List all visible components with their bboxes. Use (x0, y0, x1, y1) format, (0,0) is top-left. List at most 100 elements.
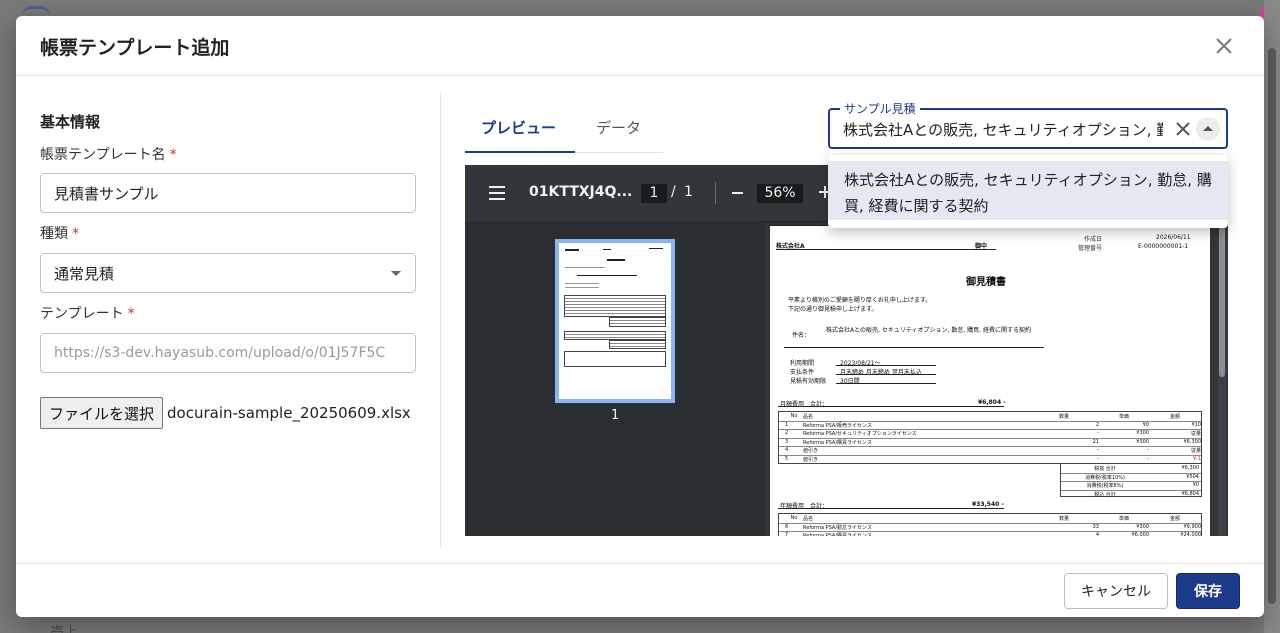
pdf-thumbnail-sidebar: 1 (465, 221, 765, 536)
table-cell: - (1097, 430, 1099, 436)
table-cell: ¥6,000 (1131, 532, 1150, 536)
table-cell: - (1097, 455, 1099, 462)
sample-select-value[interactable]: 株式会社Aとの販売, セキュリティオプション, 勤怠, 購買, 経費に関する契約 (843, 119, 1163, 140)
table-cell: 4 (1095, 532, 1099, 536)
table-cell: ¥-1 (1192, 455, 1201, 462)
table-cell: 4 (785, 447, 789, 453)
table-cell: 7 (785, 532, 789, 536)
page-scrollbar-thumb[interactable] (1268, 48, 1276, 604)
background-nav-text: 売上 (50, 625, 78, 633)
sample-select-label: サンプル見積 (840, 100, 920, 117)
table-cell: 従量 (1190, 431, 1201, 437)
summary-row-line (1061, 481, 1201, 482)
summary-row-line (1061, 472, 1201, 474)
summary-value: ¥504 (1186, 473, 1199, 480)
tab-data[interactable]: データ (596, 117, 641, 138)
table-header-cell: 金額 (1169, 414, 1180, 420)
doc-summary-table: 税抜 合計 ¥6,300 消費税(税率10%) ¥504 消費税(税率8%) ¥0 税込 合… (1060, 463, 1202, 498)
table-cell: 従量 (1190, 448, 1201, 454)
table-row-line (779, 420, 1201, 422)
page-scrollbar[interactable] (1264, 0, 1280, 633)
page-number-input[interactable]: 1 (641, 184, 667, 203)
pdf-doc-name: 01KTTXJ4Q... (529, 184, 633, 200)
thumbnail-page (559, 243, 671, 399)
table-cell: Reforma PSA/販売ライセンス (803, 422, 872, 429)
pdf-scrollbar[interactable] (1218, 225, 1226, 536)
zoom-level-input[interactable]: 56% (757, 184, 803, 203)
table-header-cell: 品名 (803, 516, 814, 522)
table-cell: 2 (785, 430, 789, 436)
tab-preview[interactable]: プレビュー (481, 117, 556, 138)
doc-greeting-1: 平素より格別のご愛顧を賜り厚くお礼申し上げます。 (788, 297, 932, 304)
pdf-scrollbar-thumb[interactable] (1219, 227, 1225, 377)
clear-icon[interactable] (1174, 120, 1192, 138)
table-cell: - (1147, 455, 1149, 462)
close-icon[interactable] (1214, 36, 1234, 56)
template-label: テンプレート * (40, 306, 135, 322)
table-header-cell: 品名 (803, 414, 814, 420)
dialog-title: 帳票テンプレート追加 (40, 37, 230, 59)
table-cell: ¥6,300 (1183, 438, 1202, 445)
doc-subject: 株式会社Aとの販売, セキュリティオプション, 勤怠, 購買, 経費に関する契約 (826, 327, 1031, 334)
table-cell: ¥300 (1136, 438, 1149, 445)
template-add-dialog: 帳票テンプレート追加 基本情報 帳票テンプレート名 * 見積書サンプル 種類 * 通… (16, 16, 1264, 617)
summary-label: 税抜 合計 (1094, 466, 1116, 472)
table-row-line (779, 446, 1201, 447)
sample-estimate-select[interactable]: サンプル見積 株式会社Aとの販売, セキュリティオプション, 勤怠, 購買, 経… (828, 100, 1228, 149)
dialog-footer: キャンセル 保存 (16, 563, 1264, 617)
zoom-out-icon[interactable] (732, 192, 743, 194)
doc-greeting-2: 下記の通り御見積申し上げます。 (788, 306, 878, 313)
chevron-up-icon[interactable] (1196, 117, 1220, 141)
table-header-cell: 単価 (1118, 516, 1129, 522)
section-title: 基本情報 (40, 113, 101, 131)
table-cell: ¥300 (1136, 430, 1149, 436)
table-cell: 1 (785, 421, 789, 428)
cancel-button[interactable]: キャンセル (1064, 573, 1168, 609)
table-row-line (779, 522, 1201, 524)
menu-icon[interactable] (489, 186, 505, 200)
dialog-header: 帳票テンプレート追加 (16, 16, 1264, 76)
doc-subject-label: 件名： (792, 332, 811, 339)
summary-label: 税込 合計 (1094, 491, 1116, 498)
summary-row-line (1061, 489, 1201, 491)
tab-indicator (465, 151, 575, 153)
doc-mgmt-no: E-0000000001-1 (1138, 243, 1189, 250)
choose-file-button[interactable]: ファイルを選択 (40, 397, 164, 429)
table-cell: ¥24,000 (1180, 532, 1201, 536)
table-header-cell: No (790, 413, 798, 419)
table-cell: 5 (785, 455, 789, 462)
table-cell: 3 (785, 438, 789, 445)
basic-info-form: 基本情報 帳票テンプレート名 * 見積書サンプル 種類 * 通常見積 テンプレート *… (40, 111, 416, 429)
doc-annual-table: No 品名 数量 単価 金額 6 Reforma PSA/勤怠ライセンス 33 ¥300 ¥9,9… (778, 513, 1202, 536)
table-header-cell: 数量 (1058, 414, 1069, 420)
chevron-down-icon (391, 271, 401, 276)
pdf-page: 株式会社A 御中 作成日 2026/06/11 管理番号 E-000000000… (770, 225, 1210, 536)
table-cell: ¥9,900 (1183, 523, 1202, 530)
table-header-cell: 単価 (1118, 414, 1129, 420)
sample-options-listbox: 株式会社Aとの販売, セキュリティオプション, 勤怠, 購買, 経費に関する契約 (828, 155, 1228, 228)
table-cell: - (1147, 447, 1149, 453)
summary-label: 消費税(税率10%) (1084, 474, 1125, 481)
table-cell: 21 (1092, 438, 1099, 445)
table-cell: 値引き (803, 448, 819, 454)
table-cell: Reforma PSA/購買ライセンス (803, 439, 872, 446)
template-url-input[interactable]: https://s3-dev.hayasub.com/upload/o/01J5… (40, 333, 416, 373)
template-name-input[interactable]: 見積書サンプル (40, 173, 416, 213)
save-button[interactable]: 保存 (1176, 573, 1240, 609)
page-thumbnail[interactable] (555, 239, 675, 403)
doc-period-label: 利用期間 (790, 360, 815, 367)
summary-value: ¥6,804 (1181, 490, 1200, 497)
toolbar-divider (715, 182, 716, 204)
sample-option[interactable]: 株式会社Aとの販売, セキュリティオプション, 勤怠, 購買, 経費に関する契約 (828, 161, 1228, 220)
name-label: 帳票テンプレート名 * (40, 147, 177, 163)
type-select[interactable]: 通常見積 (40, 253, 416, 293)
file-upload: ファイルを選択 docurain-sample_20250609.xlsx (40, 397, 411, 429)
table-cell: Reforma PSA/勤怠ライセンス (803, 524, 872, 531)
doc-validity-label: 見積有効期限 (790, 378, 827, 385)
doc-mgmt-label: 管理番号 (1078, 245, 1103, 252)
table-cell: ¥10 (1191, 421, 1201, 428)
doc-title: 御見積書 (966, 277, 1006, 288)
doc-date-label: 作成日 (1084, 236, 1103, 243)
summary-value: ¥6,300 (1181, 465, 1200, 471)
table-cell: ¥300 (1136, 523, 1149, 530)
